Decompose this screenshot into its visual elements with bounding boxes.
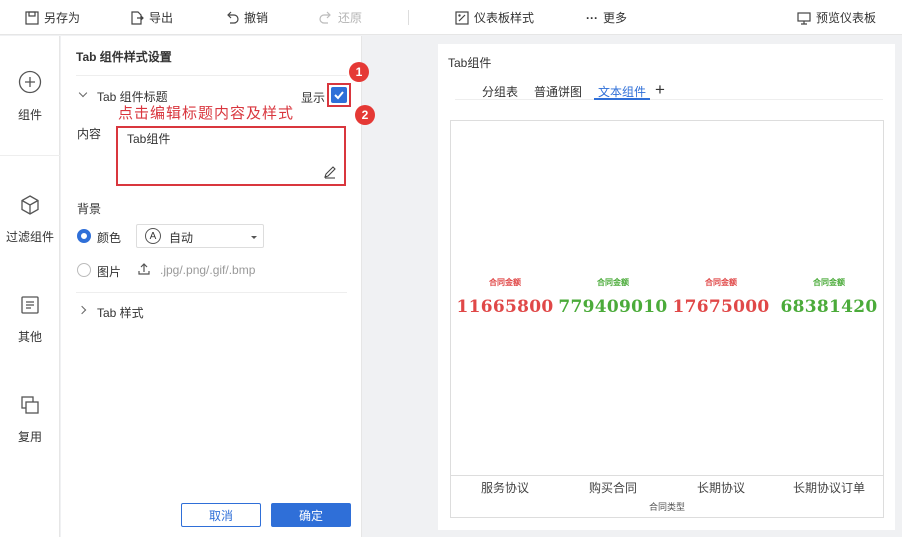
edit-pencil-icon[interactable] [323, 165, 337, 179]
panel-divider [76, 75, 347, 76]
x-tick-label: 服务协议 [480, 481, 529, 495]
nav-label-other: 其他 [17, 329, 42, 344]
title-content-editor[interactable]: Tab组件 [116, 126, 346, 186]
nav-label-components: 组件 [17, 107, 42, 122]
tab-grouped-table[interactable]: 分组表 [482, 83, 518, 100]
nav-separator [0, 155, 60, 156]
more-icon: ··· [586, 10, 598, 25]
x-axis-line [451, 475, 883, 476]
upload-icon[interactable] [137, 262, 151, 276]
doc-icon [21, 295, 39, 314]
more-button[interactable]: ··· 更多 [586, 0, 627, 35]
redo-icon [319, 11, 331, 24]
widget-title: Tab组件 [448, 56, 492, 70]
x-tick-label: 长期协议订单 [792, 481, 865, 495]
nav-label-filter-components: 过滤组件 [5, 229, 54, 244]
tabs-baseline [455, 99, 883, 100]
active-tab-indicator [594, 98, 650, 100]
save-icon [25, 10, 39, 25]
cancel-button[interactable]: 取消 [181, 503, 261, 527]
nav-item-other[interactable]: 其他 [0, 279, 60, 359]
show-label: 显示 [301, 91, 326, 105]
image-radio[interactable] [77, 263, 91, 277]
save-as-button[interactable]: 另存为 [25, 0, 80, 35]
color-label: 颜色 [97, 231, 122, 245]
nav-label-reuse: 复用 [17, 429, 42, 444]
dashboard-style-button[interactable]: 仪表板样式 [455, 0, 534, 35]
dashboard-style-label: 仪表板样式 [474, 11, 535, 25]
panel-divider [76, 292, 347, 293]
left-nav: 组件 过滤组件 其他 复用 [0, 36, 60, 537]
color-select[interactable]: A 自动 [136, 224, 264, 248]
image-label: 图片 [97, 265, 122, 279]
text-component-chart[interactable] [450, 120, 884, 518]
value-caption: 合同金额 [705, 278, 737, 287]
image-format-hint: .jpg/.png/.gif/.bmp [160, 263, 256, 277]
cube-icon [21, 194, 39, 215]
undo-button[interactable]: 撤销 [225, 0, 268, 35]
export-icon [131, 10, 144, 25]
color-select-value: 自动 [169, 231, 194, 245]
color-radio[interactable] [77, 229, 91, 243]
value-label: 11665800 [456, 297, 554, 317]
x-axis-title: 合同类型 [648, 502, 685, 512]
step-badge-2: 2 [355, 105, 375, 125]
annotation-text: 点击编辑标题内容及样式 [118, 105, 295, 122]
auto-color-icon: A [145, 228, 161, 244]
redo-button[interactable]: 还原 [319, 0, 362, 35]
toolbar-divider [408, 10, 409, 25]
export-label: 导出 [149, 11, 174, 25]
add-tab-icon[interactable]: + [655, 80, 665, 100]
nav-item-filter-components[interactable]: 过滤组件 [0, 179, 60, 259]
panel-title: Tab 组件样式设置 [76, 50, 172, 64]
preview-dashboard-button[interactable]: 预览仪表板 [797, 0, 876, 35]
undo-label: 撤销 [244, 11, 269, 25]
caret-down-icon [251, 236, 257, 239]
background-label: 背景 [77, 202, 102, 216]
value-caption: 合同金额 [813, 278, 845, 287]
confirm-button[interactable]: 确定 [271, 503, 351, 527]
checkbox-highlight [327, 83, 351, 107]
save-as-label: 另存为 [44, 11, 81, 25]
content-label: 内容 [77, 127, 102, 141]
step-badge-1: 1 [349, 62, 369, 82]
value-label: 17675000 [672, 297, 770, 317]
tab-pie-chart[interactable]: 普通饼图 [534, 83, 582, 100]
value-label: 68381420 [780, 297, 878, 317]
value-caption: 合同金额 [489, 278, 521, 287]
stack-icon [21, 395, 39, 414]
palette-icon [455, 10, 469, 25]
title-content-value: Tab组件 [127, 132, 171, 146]
export-button[interactable]: 导出 [130, 0, 173, 35]
nav-item-reuse[interactable]: 复用 [0, 379, 60, 459]
monitor-icon [797, 11, 811, 25]
more-label: 更多 [603, 11, 628, 25]
preview-label: 预览仪表板 [816, 11, 877, 25]
top-toolbar: 另存为 导出 撤销 还原 仪表板样式 ··· 更多 预览仪表板 [0, 0, 902, 35]
redo-label: 还原 [338, 11, 363, 25]
value-caption: 合同金额 [597, 278, 629, 287]
value-label: 779409010 [558, 297, 668, 317]
tab-style-section-label[interactable]: Tab 样式 [97, 304, 144, 321]
plus-circle-icon [18, 70, 42, 93]
x-tick-label: 购买合同 [588, 481, 637, 495]
x-tick-label: 长期协议 [696, 481, 745, 495]
undo-icon [227, 11, 239, 24]
nav-item-components[interactable]: 组件 [0, 56, 60, 136]
